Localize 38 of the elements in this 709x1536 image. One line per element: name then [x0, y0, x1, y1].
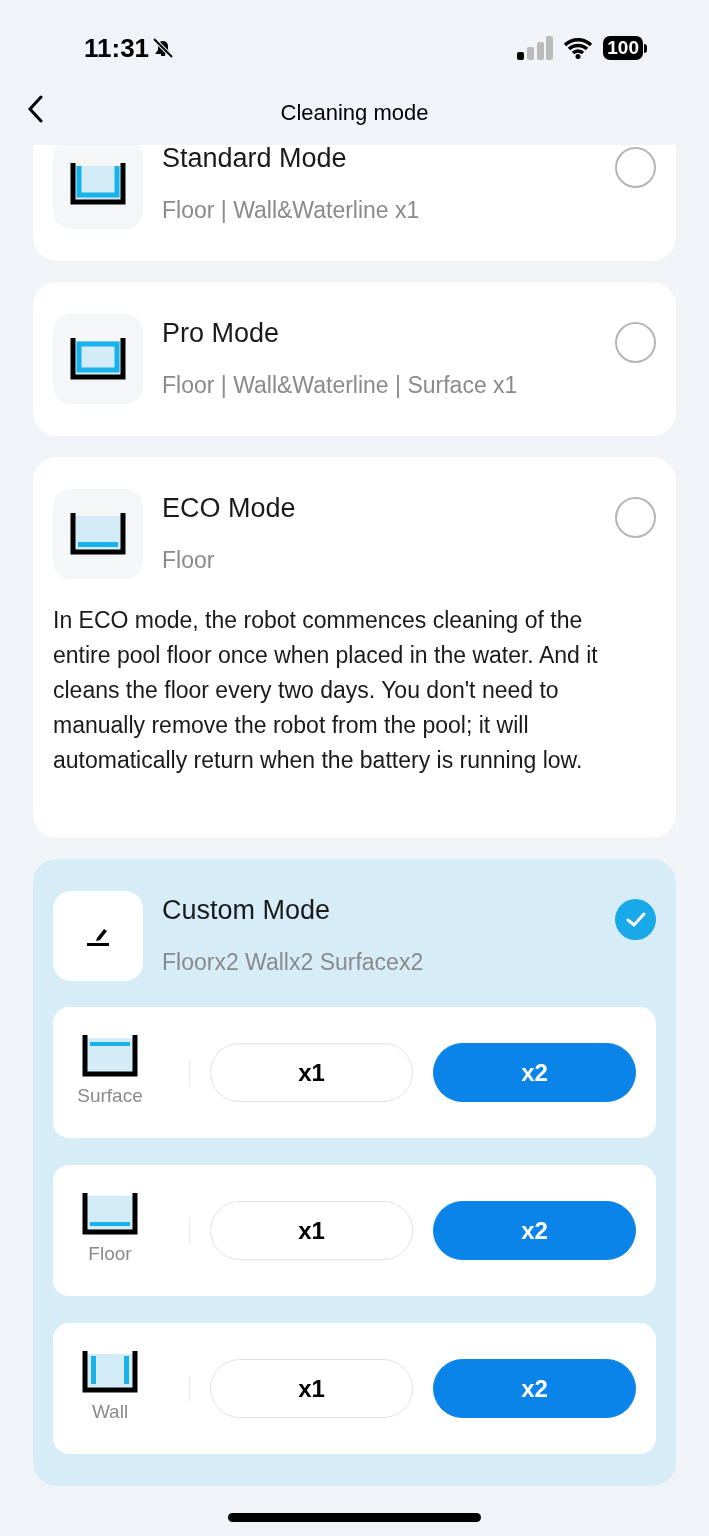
mode-summary: Floor | Wall&Waterline | Surface x1 [162, 371, 519, 400]
mode-description: In ECO mode, the robot commences cleaning of the entire pool floor once when placed in the water. And it cleans the floor every two days. You don't need to manually remove the robot from the pool; it will automatically return when the battery is running low. [53, 606, 599, 775]
count-option[interactable]: x1 [210, 1359, 413, 1418]
option-label: Floor [88, 1242, 132, 1267]
status-time: 11:31 [84, 31, 150, 65]
page-title: Cleaning mode [280, 99, 429, 127]
mode-card[interactable]: Standard Mode Floor | Wall&Waterline x1 [33, 145, 676, 261]
tank-floor-icon [82, 1192, 138, 1237]
pencil-icon [53, 891, 143, 981]
mode-title: Pro Mode [162, 317, 281, 350]
tank-full-outline-icon [53, 314, 143, 404]
tank-walls-icon [82, 1350, 138, 1395]
signal-icon [517, 36, 554, 60]
mode-summary: Floorx2 Wallx2 Surfacex2 [162, 948, 425, 977]
count-option[interactable]: x2 [433, 1201, 636, 1260]
wifi-icon [563, 37, 594, 59]
mode-summary: Floor | Wall&Waterline x1 [162, 196, 421, 225]
count-option[interactable]: x2 [433, 1043, 636, 1102]
mode-title: Custom Mode [162, 894, 332, 927]
radio-button[interactable] [615, 147, 656, 188]
radio-button[interactable] [615, 322, 656, 363]
tank-floor-icon [53, 489, 143, 579]
mode-title: ECO Mode [162, 492, 297, 525]
option-label: Wall [91, 1400, 129, 1425]
mode-card[interactable]: Custom Mode Floorx2 Wallx2 Surfacex2 Surface x1 x2 Floor x1 x2 Wall x1 x2 [33, 859, 676, 1486]
checked-radio-icon [615, 899, 656, 940]
bell-muted-icon [151, 36, 176, 60]
count-option[interactable]: x2 [433, 1359, 636, 1418]
radio-button[interactable] [615, 497, 656, 538]
mode-title: Standard Mode [162, 145, 348, 175]
mode-card[interactable] [33, 457, 676, 838]
tank-walls-floor-icon [53, 145, 143, 229]
option-label: Surface [77, 1084, 143, 1109]
mode-summary: Floor [162, 546, 216, 575]
count-option[interactable]: x1 [210, 1201, 413, 1260]
count-option[interactable]: x1 [210, 1043, 413, 1102]
tank-surface-icon [82, 1034, 138, 1079]
mode-card[interactable]: Pro Mode Floor | Wall&Waterline | Surface x1 [33, 282, 676, 436]
